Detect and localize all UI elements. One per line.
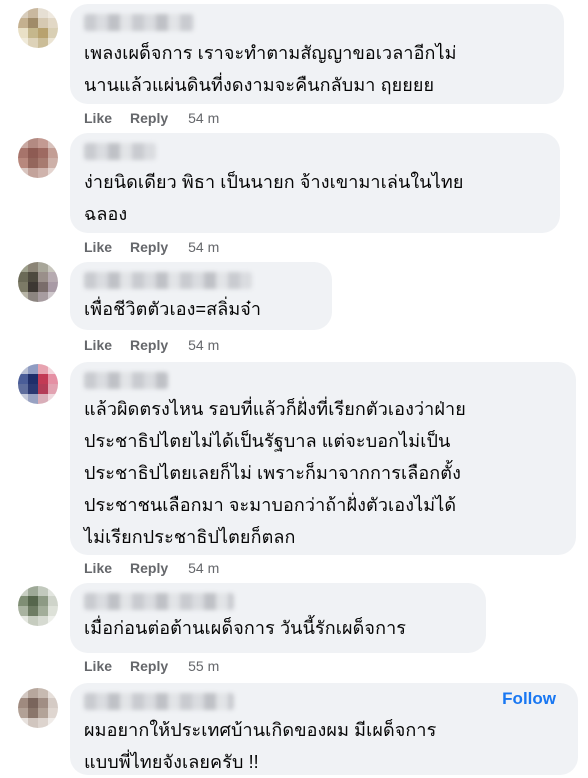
timestamp[interactable]: 54 m: [188, 239, 219, 255]
timestamp[interactable]: 54 m: [188, 337, 219, 353]
avatar[interactable]: [18, 262, 58, 302]
comment-actions: Like Reply 54 m: [84, 110, 219, 126]
comment-text: ง่ายนิดเดียว พิธา เป็นนายก จ้างเขามาเล่น…: [84, 172, 464, 224]
reply-button[interactable]: Reply: [130, 110, 168, 126]
comment-text: แล้วผิดตรงไหน รอบที่แล้วก็ฝั่งที่เรียกตั…: [84, 399, 466, 547]
avatar[interactable]: [18, 8, 58, 48]
comment-text: ผมอยากให้ประเทศบ้านเกิดของผม มีเผด็จการ …: [84, 720, 437, 772]
timestamp[interactable]: 55 m: [188, 658, 219, 674]
comment-actions: Like Reply 54 m: [84, 239, 219, 255]
reply-button[interactable]: Reply: [130, 658, 168, 674]
comment-bubble: Follow ผมอยากให้ประเทศบ้านเกิดของผม มีเผ…: [70, 683, 578, 775]
comment-bubble: ง่ายนิดเดียว พิธา เป็นนายก จ้างเขามาเล่น…: [70, 133, 560, 233]
comment-bubble: เพื่อชีวิตตัวเอง=สลิ่มจ๋า: [70, 262, 332, 330]
avatar[interactable]: [18, 586, 58, 626]
timestamp[interactable]: 54 m: [188, 560, 219, 576]
author-name[interactable]: [84, 372, 168, 389]
reply-button[interactable]: Reply: [130, 560, 168, 576]
reply-button[interactable]: Reply: [130, 337, 168, 353]
comment-bubble: เมื่อก่อนต่อต้านเผด็จการ วันนี้รักเผด็จก…: [70, 583, 486, 653]
like-button[interactable]: Like: [84, 658, 112, 674]
like-button[interactable]: Like: [84, 337, 112, 353]
like-button[interactable]: Like: [84, 110, 112, 126]
comment-text: เมื่อก่อนต่อต้านเผด็จการ วันนี้รักเผด็จก…: [84, 618, 407, 638]
author-name[interactable]: [84, 693, 234, 710]
avatar[interactable]: [18, 688, 58, 728]
comment-bubble: เพลงเผด็จการ เราจะทำตามสัญญาขอเวลาอีกไม่…: [70, 4, 564, 104]
comment-text: เพลงเผด็จการ เราจะทำตามสัญญาขอเวลาอีกไม่…: [84, 43, 457, 95]
like-button[interactable]: Like: [84, 239, 112, 255]
comment-actions: Like Reply 54 m: [84, 337, 219, 353]
author-name[interactable]: [84, 143, 156, 160]
comment-actions: Like Reply 55 m: [84, 658, 219, 674]
author-name[interactable]: [84, 593, 234, 610]
like-button[interactable]: Like: [84, 560, 112, 576]
comment-text: เพื่อชีวิตตัวเอง=สลิ่มจ๋า: [84, 299, 262, 319]
reply-button[interactable]: Reply: [130, 239, 168, 255]
avatar[interactable]: [18, 364, 58, 404]
timestamp[interactable]: 54 m: [188, 110, 219, 126]
follow-button[interactable]: Follow: [502, 689, 556, 709]
avatar[interactable]: [18, 138, 58, 178]
author-name[interactable]: [84, 272, 252, 289]
comment-actions: Like Reply 54 m: [84, 560, 219, 576]
author-name[interactable]: [84, 14, 194, 31]
comment-bubble: แล้วผิดตรงไหน รอบที่แล้วก็ฝั่งที่เรียกตั…: [70, 362, 576, 555]
